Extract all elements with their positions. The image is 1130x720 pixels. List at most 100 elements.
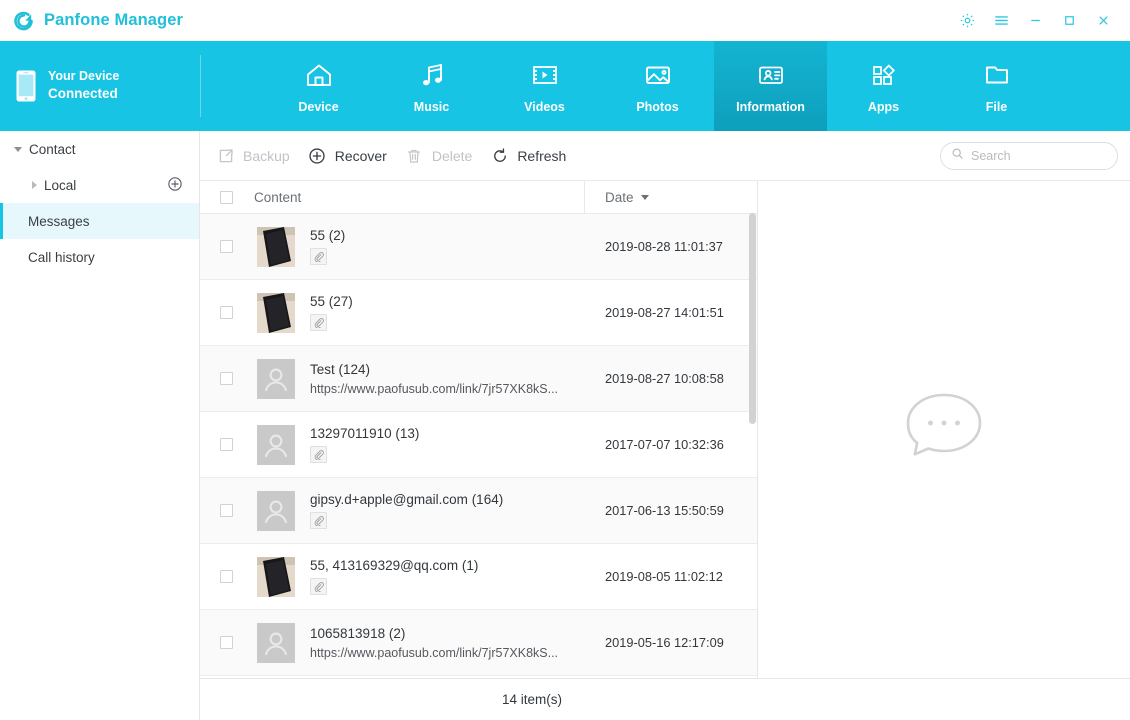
table-row[interactable]: Test (124) https://www.paofusub.com/link…	[200, 346, 757, 412]
row-checkbox[interactable]	[219, 438, 233, 451]
tab-videos[interactable]: Videos	[488, 41, 601, 131]
person-avatar-icon	[257, 622, 295, 663]
row-name: 13297011910 (13)	[310, 426, 585, 441]
home-icon	[304, 58, 334, 92]
row-name: 55 (2)	[310, 228, 585, 243]
gear-icon[interactable]	[950, 6, 984, 36]
sidebar-item-local[interactable]: Local	[0, 167, 199, 203]
row-checkbox[interactable]	[219, 570, 233, 583]
main-navigation-bar: Your Device Connected Device Music Video…	[0, 41, 1130, 131]
row-avatar-cell	[252, 490, 300, 531]
nav-tabs: Device Music Videos Photos Information A…	[262, 41, 1053, 131]
attachment-icon	[310, 248, 327, 265]
plus-circle-icon[interactable]	[167, 176, 183, 195]
film-play-icon	[530, 58, 560, 92]
row-name: 55 (27)	[310, 294, 585, 309]
person-avatar-icon	[257, 358, 295, 399]
app-logo: Panfone Manager	[0, 9, 183, 33]
row-count: (1)	[461, 558, 479, 573]
trash-icon	[405, 146, 424, 165]
row-name-text: gipsy.d+apple@gmail.com	[310, 492, 468, 507]
column-header-date[interactable]: Date	[585, 190, 757, 205]
search-input[interactable]	[971, 148, 1101, 163]
select-all-cell	[200, 190, 252, 204]
nav-divider	[200, 55, 201, 117]
person-avatar-icon	[257, 424, 295, 465]
row-select-cell	[200, 636, 252, 649]
plus-circle-icon	[308, 146, 327, 165]
tab-device[interactable]: Device	[262, 41, 375, 131]
column-header-content[interactable]: Content	[252, 190, 584, 205]
row-avatar-cell	[252, 556, 300, 597]
row-name-text: 55	[310, 228, 326, 243]
sidebar-item-call-history[interactable]: Call history	[0, 239, 199, 275]
tab-label: Device	[298, 100, 339, 114]
music-note-icon	[417, 58, 447, 92]
row-checkbox[interactable]	[219, 636, 233, 649]
row-content-cell: 55 (2)	[300, 228, 585, 265]
minimize-icon[interactable]	[1018, 6, 1052, 36]
messages-table: Content Date 55 (2) 2019-08-28 11:01:37 …	[200, 181, 758, 678]
device-status-text: Your Device Connected	[48, 68, 119, 103]
row-checkbox[interactable]	[219, 240, 233, 253]
row-date: 2017-06-13 15:50:59	[605, 503, 724, 518]
sidebar-item-contact[interactable]: Contact	[0, 131, 199, 167]
table-row[interactable]: 13297011910 (13) 2017-07-07 10:32:36	[200, 412, 757, 478]
refresh-button[interactable]: Refresh	[490, 146, 566, 165]
row-date: 2019-08-28 11:01:37	[605, 239, 723, 254]
table-header-row: Content Date	[200, 181, 757, 214]
toolbar-button-label: Recover	[334, 147, 387, 164]
attachment-icon	[310, 578, 327, 595]
tab-photos[interactable]: Photos	[601, 41, 714, 131]
table-row[interactable]: 55, 413169329@qq.com (1) 2019-08-05 11:0…	[200, 544, 757, 610]
row-count: (2)	[328, 228, 346, 243]
table-row[interactable]: 1065813918 (2) https://www.paofusub.com/…	[200, 610, 757, 676]
table-vertical-scrollbar[interactable]	[749, 213, 756, 424]
row-avatar-cell	[252, 292, 300, 333]
device-status-panel[interactable]: Your Device Connected	[0, 41, 200, 131]
row-date: 2019-05-16 12:17:09	[605, 635, 724, 650]
recover-button[interactable]: Recover	[308, 146, 387, 165]
chevron-right-icon	[32, 181, 37, 189]
table-row[interactable]: 55 (27) 2019-08-27 14:01:51	[200, 280, 757, 346]
tab-apps[interactable]: Apps	[827, 41, 940, 131]
row-avatar-cell	[252, 226, 300, 267]
close-icon[interactable]	[1086, 6, 1120, 36]
column-header-date-label: Date	[605, 189, 634, 205]
sidebar-item-label: Messages	[28, 213, 90, 229]
item-count-label: 14 item(s)	[501, 692, 562, 707]
row-count: (164)	[471, 492, 504, 507]
content-toolbar: Backup Recover Delete Refresh Search	[200, 131, 1130, 181]
tab-label: Videos	[524, 100, 565, 114]
tab-file[interactable]: File	[940, 41, 1053, 131]
title-bar: Panfone Manager	[0, 0, 1130, 41]
maximize-icon[interactable]	[1052, 6, 1086, 36]
delete-button[interactable]: Delete	[405, 146, 472, 165]
row-checkbox[interactable]	[219, 306, 233, 319]
picture-icon	[643, 58, 673, 92]
row-preview-text: https://www.paofusub.com/link/7jr57XK8kS…	[310, 645, 559, 660]
tab-music[interactable]: Music	[375, 41, 488, 131]
row-count: (124)	[338, 361, 371, 377]
tab-label: Apps	[867, 100, 900, 114]
tab-label: File	[985, 100, 1008, 114]
row-checkbox[interactable]	[219, 372, 233, 385]
backup-button[interactable]: Backup	[216, 146, 290, 165]
message-preview-pane	[758, 181, 1130, 678]
toolbar-button-label: Delete	[431, 147, 473, 164]
row-name-text: 55	[310, 294, 326, 309]
row-select-cell	[200, 240, 252, 253]
tab-information[interactable]: Information	[714, 41, 827, 131]
select-all-checkbox[interactable]	[219, 190, 233, 204]
table-row[interactable]: gipsy.d+apple@gmail.com (164) 2017-06-13…	[200, 478, 757, 544]
sidebar-item-label: Local	[44, 177, 77, 193]
row-checkbox[interactable]	[219, 504, 233, 517]
attachment-icon	[310, 446, 327, 463]
row-select-cell	[200, 372, 252, 385]
search-box[interactable]	[940, 141, 1118, 170]
application-window: Panfone Manager Your Device Connected De…	[0, 0, 1130, 720]
tab-label: Photos	[636, 100, 679, 114]
sidebar-item-messages[interactable]: Messages	[0, 203, 199, 239]
table-row[interactable]: 55 (2) 2019-08-28 11:01:37	[200, 214, 757, 280]
hamburger-menu-icon[interactable]	[984, 6, 1018, 36]
